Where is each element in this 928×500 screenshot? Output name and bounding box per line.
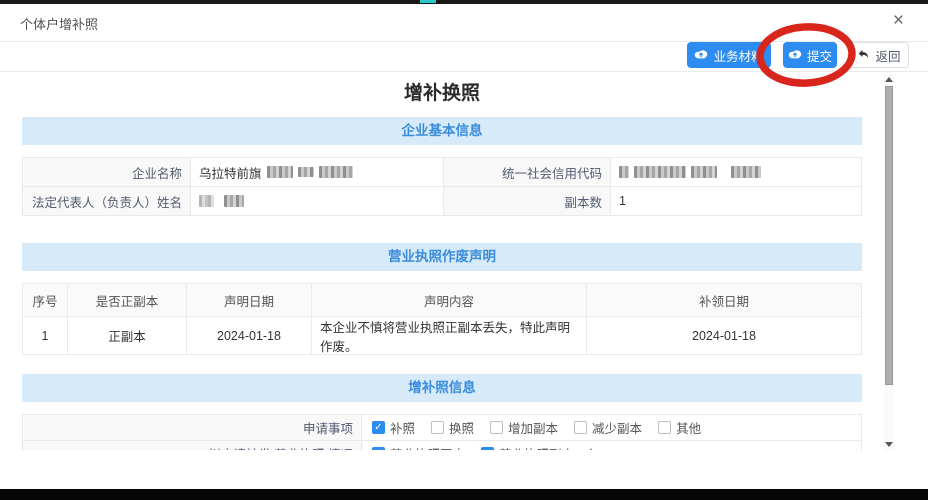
field-value-credit-code [611, 158, 861, 186]
section-header-void-declaration: 营业执照作废声明 [22, 243, 862, 271]
checkbox-label: 其他 [676, 418, 701, 437]
checkbox-option-supplement[interactable]: 补照 [372, 418, 415, 437]
field-value-company-name: 乌拉特前旗 [191, 158, 444, 186]
redacted-block [619, 166, 629, 178]
field-value-legal-person [191, 187, 444, 215]
back-label: 返回 [875, 46, 900, 65]
scrollbar-thumb[interactable] [885, 86, 893, 385]
checkbox-label: 增加副本 [508, 418, 558, 437]
back-button[interactable]: 返回 [849, 42, 909, 68]
license-issue-options: 营业执照正本 营业执照副本 1个 [362, 441, 861, 450]
column-header: 声明内容 [312, 284, 587, 317]
checkbox-label: 减少副本 [592, 418, 642, 437]
redacted-block [199, 195, 214, 207]
page-title: 增补换照 [0, 82, 884, 106]
business-materials-button[interactable]: 业务材料 [687, 42, 771, 68]
checkbox-option-other[interactable]: 其他 [658, 418, 701, 437]
checkbox-option-reduce-copy[interactable]: 减少副本 [574, 418, 642, 437]
supplement-info-form: 申请事项 补照 换照 增加副本 减少副本 [22, 414, 862, 450]
redacted-block [691, 166, 717, 178]
checkbox-label: 营业执照正本 [390, 444, 465, 450]
apply-items-options: 补照 换照 增加副本 减少副本 其他 [362, 415, 861, 440]
redacted-block [731, 166, 761, 178]
checkbox[interactable] [372, 447, 385, 450]
redacted-block [267, 166, 293, 178]
checkbox-label: 换照 [449, 418, 474, 437]
field-label-legal-person: 法定代表人（负责人）姓名 [23, 187, 191, 215]
section-header-basic-info: 企业基本信息 [22, 117, 862, 145]
checkbox-label: 补照 [390, 418, 415, 437]
dialog-title: 个体户增补照 [20, 14, 98, 33]
dialog-header: 个体户增补照 × [0, 4, 928, 42]
checkbox-option-license-copy[interactable]: 营业执照副本 1个 [481, 444, 597, 450]
table-header-row: 序号 是否正副本 声明日期 声明内容 补领日期 [23, 284, 861, 317]
checkbox[interactable] [372, 421, 385, 434]
scroll-up-icon[interactable] [885, 77, 893, 82]
cloud-upload-icon [694, 48, 708, 62]
field-label-company-name: 企业名称 [23, 158, 191, 186]
field-value-copy-count: 1 [611, 187, 861, 215]
section-header-supplement-info: 增补照信息 [22, 374, 862, 402]
form-row-apply-items: 申请事项 补照 换照 增加副本 减少副本 [23, 415, 861, 441]
redacted-block [224, 195, 244, 207]
cell-declare-content: 本企业不慎将营业执照正副本丢失，特此声明作废。 [312, 317, 587, 355]
dialog-content: 增补换照 企业基本信息 企业名称 乌拉特前旗 统一社会信用代码 法定代表人（负责… [0, 72, 884, 450]
business-materials-label: 业务材料 [713, 46, 763, 65]
checkbox-option-renew[interactable]: 换照 [431, 418, 474, 437]
checkbox-option-license-original[interactable]: 营业执照正本 [372, 444, 465, 450]
table-row: 1 正副本 2024-01-18 本企业不慎将营业执照正副本丢失，特此声明作废。… [23, 317, 861, 355]
form-row-license-issue: 拟申请核发 营业执照 情况 营业执照正本 营业执照副本 1个 [23, 441, 861, 450]
close-icon[interactable]: × [893, 11, 904, 30]
void-declaration-table: 序号 是否正副本 声明日期 声明内容 补领日期 1 正副本 2024-01-18… [22, 283, 862, 355]
redacted-block [298, 167, 314, 177]
cell-declare-date: 2024-01-18 [187, 317, 312, 355]
company-name-text: 乌拉特前旗 [199, 163, 262, 182]
cloud-upload-icon [788, 48, 802, 62]
checkbox[interactable] [431, 421, 444, 434]
checkbox[interactable] [490, 421, 503, 434]
form-row: 法定代表人（负责人）姓名 副本数 1 [23, 187, 861, 216]
toolbar: 业务材料 提交 返回 [0, 42, 928, 72]
checkbox[interactable] [481, 447, 494, 450]
top-teal-notch [420, 0, 436, 3]
column-header: 补领日期 [587, 284, 861, 317]
scroll-down-icon[interactable] [885, 442, 893, 447]
field-label-license-issue: 拟申请核发 营业执照 情况 [23, 441, 362, 450]
back-arrow-icon [857, 48, 870, 63]
checkbox[interactable] [658, 421, 671, 434]
column-header: 是否正副本 [68, 284, 187, 317]
checkbox-label: 营业执照副本 1个 [499, 444, 597, 450]
checkbox[interactable] [574, 421, 587, 434]
column-header: 声明日期 [187, 284, 312, 317]
cell-copy-type: 正副本 [68, 317, 187, 355]
redacted-block [634, 166, 686, 178]
form-row: 企业名称 乌拉特前旗 统一社会信用代码 [23, 158, 861, 187]
column-header: 序号 [23, 284, 68, 317]
basic-info-form: 企业名称 乌拉特前旗 统一社会信用代码 法定代表人（负责人）姓名 副本数 [22, 157, 862, 216]
cell-reissue-date: 2024-01-18 [587, 317, 861, 355]
redacted-block [319, 166, 353, 178]
submit-button[interactable]: 提交 [783, 42, 837, 68]
bottom-letterbox-bar [0, 489, 928, 500]
field-label-copy-count: 副本数 [444, 187, 611, 215]
submit-label: 提交 [807, 46, 832, 65]
field-label-apply-items: 申请事项 [23, 415, 362, 440]
field-label-credit-code: 统一社会信用代码 [444, 158, 611, 186]
checkbox-option-add-copy[interactable]: 增加副本 [490, 418, 558, 437]
vertical-scrollbar[interactable] [884, 74, 894, 450]
cell-seq: 1 [23, 317, 68, 355]
